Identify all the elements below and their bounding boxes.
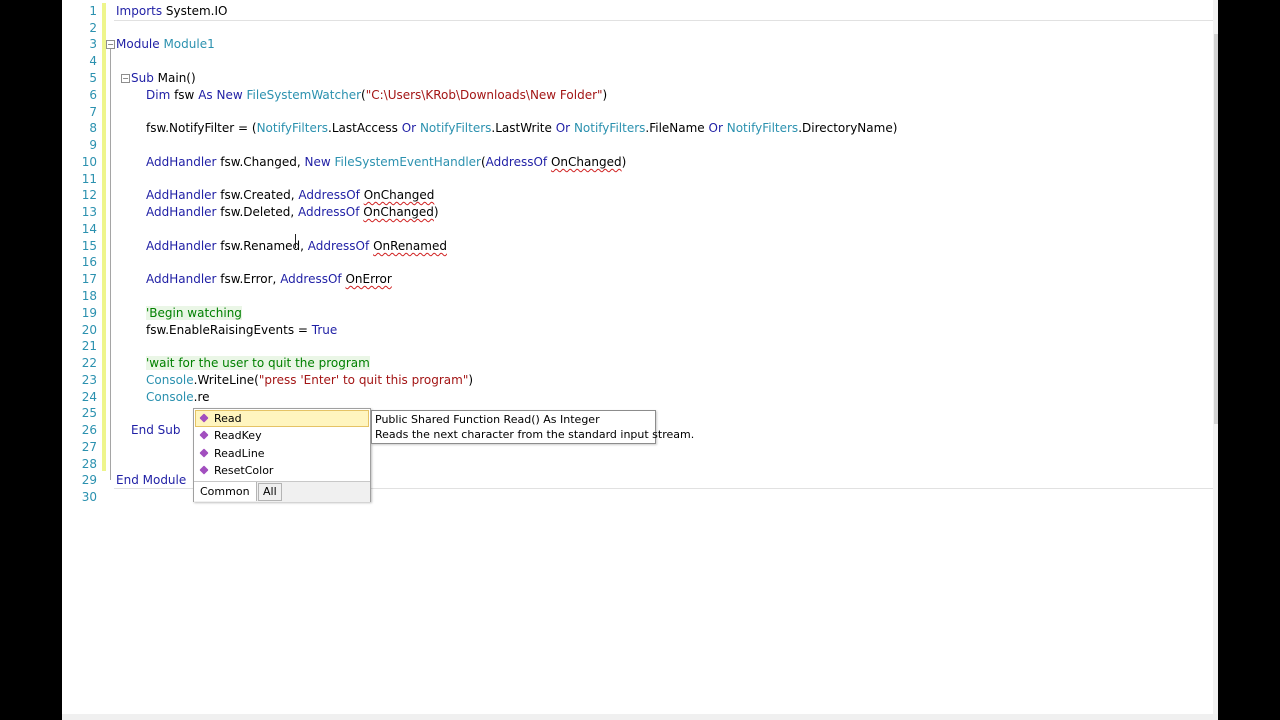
line-number: 9 [89, 138, 97, 152]
code-line-13[interactable]: AddHandler fsw.Deleted, AddressOf OnChan… [146, 204, 439, 221]
quick-info-tooltip: Public Shared Function Read() As Integer… [371, 410, 694, 444]
code-line-10[interactable]: AddHandler fsw.Changed, New FileSystemEv… [146, 154, 626, 171]
completion-item-label: ReadKey [214, 429, 262, 442]
line-number: 15 [81, 239, 97, 253]
line-number: 29 [81, 473, 97, 487]
error-squiggle: OnChanged [363, 188, 435, 202]
line-number: 4 [89, 54, 97, 68]
line-number: 11 [81, 172, 97, 186]
code-line-15[interactable]: AddHandler fsw.Renamed, AddressOf OnRena… [146, 238, 447, 255]
line-number: 7 [89, 105, 97, 119]
line-number: 28 [81, 457, 97, 471]
code-line-22[interactable]: 'wait for the user to quit the program [146, 355, 370, 372]
code-editor[interactable]: 1 2 3 4 5 6 7 8 9 10 11 12 13 14 15 16 1… [62, 0, 1218, 720]
line-number: 14 [81, 222, 97, 236]
completion-item-readline[interactable]: ReadLine [196, 445, 368, 462]
tooltip-description: Reads the next character from the standa… [375, 428, 695, 441]
tooltip-signature: Public Shared Function Read() As Integer [375, 413, 600, 426]
error-squiggle: OnError [345, 272, 392, 286]
line-number: 19 [81, 306, 97, 320]
error-squiggle: OnChanged [550, 155, 622, 169]
line-number: 24 [81, 390, 97, 404]
collapse-sub-icon[interactable]: − [121, 74, 130, 83]
line-number: 26 [81, 423, 97, 437]
code-line-1[interactable]: Imports System.IO [116, 3, 227, 20]
line-number: 20 [81, 323, 97, 337]
outline-separator [114, 20, 1218, 21]
code-line-8[interactable]: fsw.NotifyFilter = (NotifyFilters.LastAc… [146, 120, 897, 137]
line-number: 12 [81, 188, 97, 202]
method-icon [199, 448, 209, 458]
error-squiggle: OnRenamed [373, 239, 447, 253]
completion-item-label: ReadLine [214, 447, 265, 460]
line-number: 22 [81, 356, 97, 370]
line-number: 1 [89, 4, 97, 18]
line-number: 13 [81, 205, 97, 219]
completion-item-read[interactable]: Read [195, 410, 369, 427]
code-line-19[interactable]: 'Begin watching [146, 305, 242, 322]
tab-all[interactable]: All [258, 483, 282, 501]
code-line-3[interactable]: Module Module1 [116, 36, 215, 53]
completion-item-label: Read [214, 412, 242, 425]
code-line-12[interactable]: AddHandler fsw.Created, AddressOf OnChan… [146, 187, 434, 204]
line-number: 27 [81, 440, 97, 454]
collapse-module-icon[interactable]: − [106, 40, 115, 49]
horizontal-scrollbar[interactable] [62, 714, 1218, 720]
line-number: 25 [81, 406, 97, 420]
line-number: 2 [89, 21, 97, 35]
line-number: 8 [89, 121, 97, 135]
line-number: 5 [89, 71, 97, 85]
method-icon [199, 465, 209, 475]
error-squiggle: OnChanged [363, 205, 434, 219]
text-cursor [295, 234, 296, 248]
completion-item-readkey[interactable]: ReadKey [196, 427, 368, 444]
line-number: 21 [81, 339, 97, 353]
outline-guide-line [110, 48, 111, 480]
line-number: 16 [81, 255, 97, 269]
code-line-17[interactable]: AddHandler fsw.Error, AddressOf OnError [146, 271, 392, 288]
line-number: 18 [81, 289, 97, 303]
scrollbar-thumb[interactable] [1214, 34, 1218, 424]
line-number: 10 [81, 155, 97, 169]
completion-item-resetcolor[interactable]: ResetColor [196, 462, 368, 479]
code-line-20[interactable]: fsw.EnableRaisingEvents = True [146, 322, 337, 339]
tab-common[interactable]: Common [194, 482, 257, 501]
changed-lines-indicator [102, 3, 106, 471]
code-line-6[interactable]: Dim fsw As New FileSystemWatcher("C:\Use… [146, 87, 607, 104]
code-line-5[interactable]: Sub Main() [131, 70, 196, 87]
line-number: 3 [89, 37, 97, 51]
method-icon [199, 413, 209, 423]
completion-item-label: ResetColor [214, 464, 274, 477]
line-number: 6 [89, 88, 97, 102]
code-line-23[interactable]: Console.WriteLine("press 'Enter' to quit… [146, 372, 473, 389]
line-number-gutter: 1 2 3 4 5 6 7 8 9 10 11 12 13 14 15 16 1… [62, 0, 100, 720]
code-line-29[interactable]: End Module [116, 472, 186, 489]
code-line-24[interactable]: Console.re [146, 389, 210, 406]
line-number: 30 [81, 490, 97, 504]
line-number: 23 [81, 373, 97, 387]
code-line-26[interactable]: End Sub [131, 422, 180, 439]
completion-filter-tabs: Common All [194, 481, 370, 502]
method-icon [199, 430, 209, 440]
line-number: 17 [81, 272, 97, 286]
intellisense-completion-list[interactable]: Read ReadKey ReadLine ResetColor Common … [193, 408, 371, 502]
